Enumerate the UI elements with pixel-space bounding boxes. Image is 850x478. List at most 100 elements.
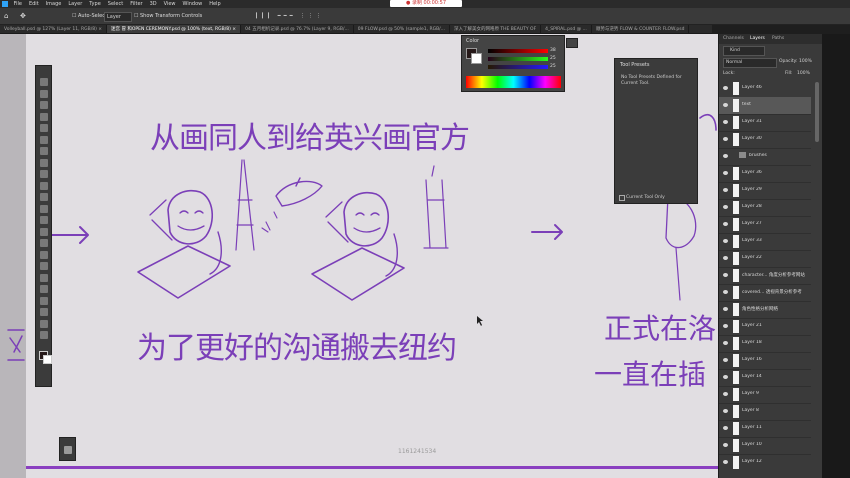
visibility-eye-icon[interactable] <box>723 324 728 328</box>
menu-view[interactable]: View <box>164 0 176 8</box>
value-g[interactable]: 25 <box>550 56 556 61</box>
slider-b[interactable] <box>488 65 548 69</box>
path-select-tool-icon[interactable] <box>40 285 48 293</box>
fill-value[interactable]: 100% <box>797 71 810 76</box>
layer-row[interactable]: Layer 11 <box>719 420 811 438</box>
layer-row[interactable]: Layer 46 <box>719 80 811 98</box>
quick-select-tool-icon[interactable] <box>40 124 48 132</box>
visibility-eye-icon[interactable] <box>723 137 728 141</box>
document-tab[interactable]: 迷宫 冒 和OPEN CEREMONY.psd @ 100% (text, RG… <box>107 25 242 33</box>
layer-row[interactable]: Layer 33 <box>719 233 811 251</box>
visibility-eye-icon[interactable] <box>723 239 728 243</box>
document-tab[interactable]: 04 五月相机记录.psd @ 76.7% (Layer 9, RGB/... <box>241 25 354 33</box>
layer-row[interactable]: Layer 9 <box>719 386 811 404</box>
menu-layer[interactable]: Layer <box>68 0 82 8</box>
visibility-eye-icon[interactable] <box>723 154 728 158</box>
kind-filter[interactable]: Kind <box>723 46 765 56</box>
background-color-swatch[interactable] <box>43 355 52 364</box>
brush-tool-icon[interactable] <box>40 181 48 190</box>
visibility-eye-icon[interactable] <box>723 290 728 294</box>
healing-tool-icon[interactable] <box>40 170 48 178</box>
menu-window[interactable]: Window <box>183 0 203 8</box>
artboard-tool-icon[interactable] <box>40 89 48 98</box>
visibility-eye-icon[interactable] <box>723 341 728 345</box>
type-tool-icon[interactable] <box>40 273 48 282</box>
tab-paths[interactable]: Paths <box>772 36 784 41</box>
layer-row[interactable]: Layer 36 <box>719 165 811 183</box>
value-b[interactable]: 25 <box>550 64 556 69</box>
menu-type[interactable]: Type <box>89 0 100 8</box>
layer-row[interactable]: brushes <box>719 148 811 166</box>
layer-row[interactable]: text <box>719 97 811 115</box>
visibility-eye-icon[interactable] <box>723 426 728 430</box>
layer-row[interactable]: Layer 21 <box>719 318 811 336</box>
align-buttons-icon[interactable]: ┃┃┃ ━━━ ⋮⋮⋮ <box>255 12 324 20</box>
slider-r[interactable] <box>488 49 548 53</box>
value-r[interactable]: 38 <box>550 48 556 53</box>
menu-filter[interactable]: Filter <box>130 0 142 8</box>
document-tab[interactable]: 09 FLOW.psd @ 50% (sample1, RGB/... <box>354 25 450 33</box>
panel-collapse-icon[interactable] <box>566 38 578 48</box>
menu-select[interactable]: Select <box>108 0 123 8</box>
menu-help[interactable]: Help <box>209 0 220 8</box>
eraser-tool-icon[interactable] <box>40 216 48 224</box>
layer-row[interactable]: Layer 22 <box>719 250 811 268</box>
visibility-eye-icon[interactable] <box>723 103 728 107</box>
visibility-eye-icon[interactable] <box>723 460 728 464</box>
document-tab[interactable]: 4_SPIRAL.psd @ ... <box>541 25 592 33</box>
visibility-eye-icon[interactable] <box>723 171 728 175</box>
visibility-eye-icon[interactable] <box>723 443 728 447</box>
home-icon[interactable]: ⌂ <box>4 12 8 20</box>
document-tab[interactable]: 顺势与逆势 FLOW & COUNTER FLOW.psd <box>592 25 690 33</box>
crop-tool-icon[interactable] <box>40 135 48 144</box>
layer-row[interactable]: Layer 16 <box>719 352 811 370</box>
menu-file[interactable]: File <box>14 0 22 8</box>
history-brush-tool-icon[interactable] <box>40 204 48 213</box>
visibility-eye-icon[interactable] <box>723 222 728 226</box>
opacity-value[interactable]: 100% <box>799 59 812 64</box>
blur-tool-icon[interactable] <box>40 239 48 247</box>
menu-3d[interactable]: 3D <box>150 0 157 8</box>
layer-row[interactable]: Layer 27 <box>719 216 811 234</box>
visibility-eye-icon[interactable] <box>723 307 728 311</box>
layer-row[interactable]: character... 角度分析参考网站 <box>719 267 811 285</box>
layers-scrollbar[interactable] <box>812 80 822 468</box>
visibility-eye-icon[interactable] <box>723 120 728 124</box>
layer-row[interactable]: Layer 10 <box>719 437 811 455</box>
extra-tool-icon[interactable] <box>40 331 48 339</box>
visibility-eye-icon[interactable] <box>723 205 728 209</box>
dodge-tool-icon[interactable] <box>40 250 48 259</box>
hand-tool-icon[interactable] <box>64 446 72 454</box>
rectangle-tool-icon[interactable] <box>40 296 48 305</box>
layer-row[interactable]: 角色性格分析网络 <box>719 301 811 319</box>
frame-tool-icon[interactable] <box>40 147 48 155</box>
photoshop-logo-icon[interactable] <box>2 1 8 7</box>
layer-row[interactable]: Layer 29 <box>719 182 811 200</box>
move-tool-icon[interactable]: ✥ <box>20 12 26 20</box>
layer-row[interactable]: Layer 12 <box>719 454 811 470</box>
layer-row[interactable]: Layer 8 <box>719 403 811 421</box>
blend-mode-dropdown[interactable]: Normal <box>723 58 777 68</box>
visibility-eye-icon[interactable] <box>723 86 728 90</box>
menu-image[interactable]: Image <box>46 0 62 8</box>
pen-tool-icon[interactable] <box>40 262 48 270</box>
layer-row[interactable]: Layer 30 <box>719 131 811 149</box>
document-tab[interactable]: Volleyball.psd @ 127% (Layer 11, RGB/8) … <box>0 25 108 33</box>
hand-tool-icon[interactable] <box>40 308 48 316</box>
eyedropper-tool-icon[interactable] <box>40 158 48 167</box>
show-transform-checkbox[interactable]: ☐ <box>134 12 138 20</box>
layer-row[interactable]: Layer 18 <box>719 335 811 353</box>
gradient-tool-icon[interactable] <box>40 227 48 236</box>
lasso-tool-icon[interactable] <box>40 112 48 121</box>
marquee-tool-icon[interactable] <box>40 101 48 109</box>
visibility-eye-icon[interactable] <box>723 256 728 260</box>
move-tool-icon[interactable] <box>40 78 48 86</box>
current-tool-only-checkbox[interactable] <box>619 195 625 201</box>
tab-channels[interactable]: Channels <box>723 36 744 41</box>
layer-row[interactable]: Layer 28 <box>719 199 811 217</box>
visibility-eye-icon[interactable] <box>723 188 728 192</box>
visibility-eye-icon[interactable] <box>723 358 728 362</box>
visibility-eye-icon[interactable] <box>723 392 728 396</box>
menu-edit[interactable]: Edit <box>29 0 39 8</box>
auto-select-checkbox[interactable]: ☐ <box>72 12 76 20</box>
